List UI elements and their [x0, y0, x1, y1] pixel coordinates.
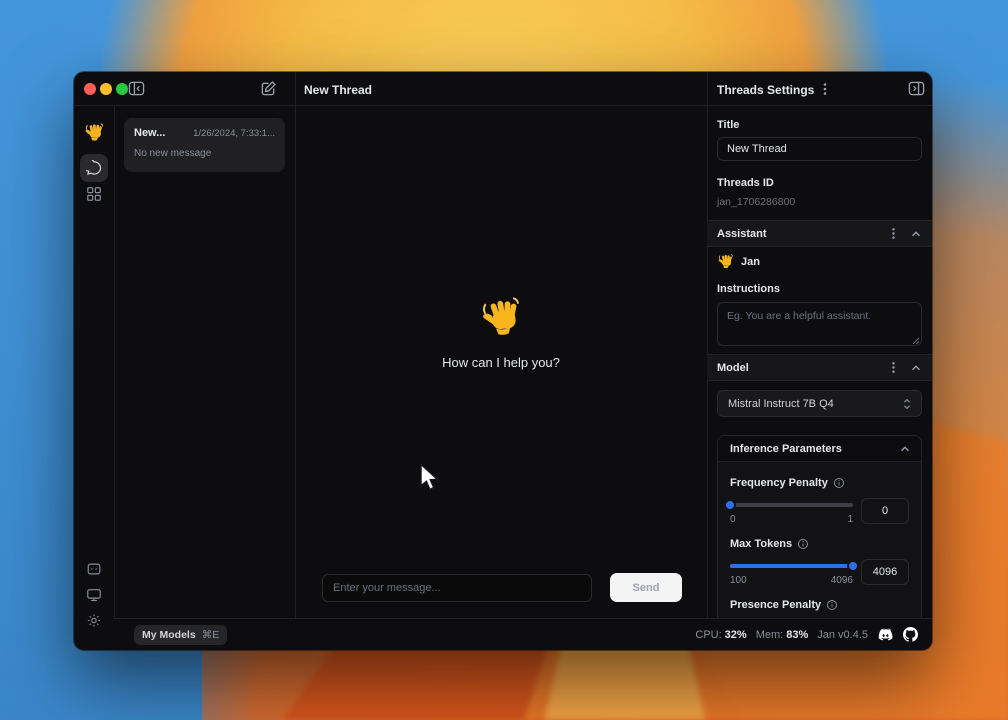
assistant-section-header[interactable]: Assistant	[707, 220, 932, 247]
assistant-header-label: Assistant	[717, 228, 887, 240]
desktop-wallpaper: New Thread Threads Settings	[0, 0, 1008, 720]
inference-parameters-header[interactable]: Inference Parameters	[718, 436, 921, 462]
threads-id-label: Threads ID	[717, 177, 774, 189]
threads-settings-title: Threads Settings	[717, 83, 814, 97]
chat-bubble-icon	[86, 160, 102, 176]
mem-label: Mem:	[756, 629, 784, 641]
traffic-lights	[84, 83, 128, 95]
collapse-left-panel-icon[interactable]	[128, 80, 145, 97]
titlebar: New Thread Threads Settings	[74, 72, 932, 106]
inference-parameters-card: Inference Parameters Frequency Penalty	[717, 435, 922, 618]
threads-settings-panel: Title Threads ID jan_1706286800 Assistan…	[707, 106, 932, 618]
max-tokens-value-input[interactable]	[861, 559, 909, 585]
assistant-wave-avatar[interactable]	[84, 122, 105, 146]
model-collapse-chevron-up-icon[interactable]	[910, 362, 922, 374]
info-icon[interactable]	[797, 538, 809, 550]
minimize-window-button[interactable]	[100, 83, 112, 95]
ribbon-sidebar	[74, 106, 114, 650]
cpu-label: CPU:	[695, 629, 721, 641]
greeting-text: How can I help you?	[295, 355, 707, 370]
assistant-kebab-icon[interactable]	[887, 227, 900, 240]
sidebar-item-settings[interactable]	[86, 612, 103, 632]
presence-penalty-label: Presence Penalty	[730, 599, 821, 611]
max-tokens-label: Max Tokens	[730, 538, 792, 550]
app-version: Jan v0.4.5	[817, 629, 868, 641]
my-models-label: My Models	[142, 629, 196, 641]
assistant-emoji	[717, 253, 734, 270]
mem-value: 83%	[786, 629, 808, 641]
github-icon[interactable]	[903, 627, 918, 642]
inference-collapse-chevron-up-icon[interactable]	[899, 443, 911, 455]
my-models-shortcut: ⌘E	[202, 629, 220, 641]
wave-emoji	[477, 294, 525, 342]
status-bar: My Models ⌘E CPU: 32% Mem: 83% Jan v0.4.…	[114, 618, 932, 650]
info-icon[interactable]	[826, 599, 838, 611]
collapse-right-panel-icon[interactable]	[908, 80, 925, 97]
close-window-button[interactable]	[84, 83, 96, 95]
sidebar-item-system-monitor[interactable]	[86, 587, 102, 606]
model-select[interactable]: Mistral Instruct 7B Q4	[717, 390, 922, 417]
instructions-textarea[interactable]	[717, 302, 922, 346]
assistant-collapse-chevron-up-icon[interactable]	[910, 228, 922, 240]
info-icon[interactable]	[833, 477, 845, 489]
sidebar-item-chat[interactable]	[80, 154, 108, 182]
message-input[interactable]	[322, 574, 592, 602]
max-tokens-slider-thumb[interactable]	[847, 560, 859, 572]
main-thread-title: New Thread	[304, 83, 372, 97]
my-models-button[interactable]: My Models ⌘E	[134, 625, 227, 645]
assistant-identity-row: Jan	[717, 253, 760, 270]
cpu-value: 32%	[725, 629, 747, 641]
thread-item-date: 1/26/2024, 7:33:1...	[193, 128, 275, 139]
frequency-penalty-label-row: Frequency Penalty	[730, 477, 909, 489]
frequency-penalty-value-input[interactable]	[861, 498, 909, 524]
jan-app-window: New Thread Threads Settings	[74, 72, 932, 650]
frequency-penalty-slider[interactable]	[730, 503, 853, 507]
zoom-window-button[interactable]	[116, 83, 128, 95]
threads-id-value: jan_1706286800	[717, 196, 795, 208]
new-thread-compose-icon[interactable]	[260, 80, 277, 97]
gear-icon	[86, 612, 103, 629]
send-button[interactable]: Send	[610, 573, 682, 602]
model-section-header[interactable]: Model	[707, 354, 932, 381]
thread-list-panel: New... 1/26/2024, 7:33:1... No new messa…	[114, 106, 295, 618]
mouse-cursor	[419, 463, 441, 493]
sidebar-item-local-api-server[interactable]	[86, 561, 102, 580]
frequency-penalty-scale: 01	[730, 514, 853, 525]
model-select-value: Mistral Instruct 7B Q4	[728, 398, 901, 410]
frequency-penalty-label: Frequency Penalty	[730, 477, 828, 489]
grid-icon	[86, 186, 102, 202]
thread-item-preview: No new message	[134, 148, 275, 159]
max-tokens-scale: 1004096	[730, 575, 853, 586]
thread-title-input[interactable]	[717, 137, 922, 161]
monitor-icon	[86, 587, 102, 603]
thread-list-item[interactable]: New... 1/26/2024, 7:33:1... No new messa…	[124, 118, 285, 172]
model-kebab-icon[interactable]	[887, 361, 900, 374]
instructions-label: Instructions	[717, 283, 780, 295]
max-tokens-label-row: Max Tokens	[730, 538, 909, 550]
max-tokens-slider[interactable]	[730, 564, 853, 568]
assistant-name: Jan	[741, 256, 760, 268]
select-chevrons-icon	[901, 397, 913, 411]
threads-settings-kebab-icon[interactable]	[818, 82, 832, 96]
sidebar-item-hub[interactable]	[86, 186, 102, 205]
empty-thread-greeting: How can I help you?	[295, 296, 707, 370]
textarea-resize-handle[interactable]	[912, 337, 920, 345]
inference-header-label: Inference Parameters	[730, 443, 899, 455]
chat-main-area: How can I help you? Send	[295, 106, 707, 618]
presence-penalty-label-row: Presence Penalty	[730, 599, 909, 611]
api-server-icon	[86, 561, 102, 577]
discord-icon[interactable]	[877, 628, 894, 642]
thread-item-title: New...	[134, 127, 165, 139]
title-label: Title	[717, 119, 739, 131]
model-header-label: Model	[717, 362, 887, 374]
frequency-penalty-slider-thumb[interactable]	[724, 499, 736, 511]
